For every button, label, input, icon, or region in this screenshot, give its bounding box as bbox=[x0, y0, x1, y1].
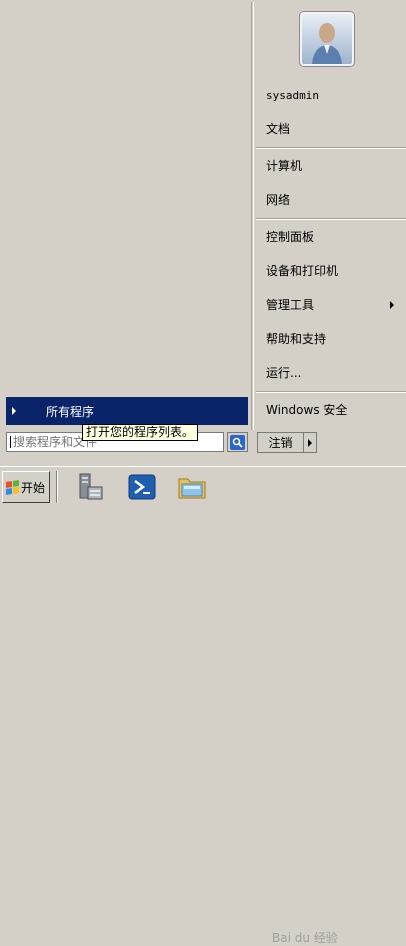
taskbar: 开始 Bai du 经验 bbox=[0, 466, 406, 945]
user-avatar[interactable] bbox=[300, 12, 354, 66]
user-icon bbox=[312, 23, 342, 64]
watermark: Bai du 经验 bbox=[272, 931, 338, 945]
programs-pane bbox=[2, 2, 254, 430]
start-label: 开始 bbox=[21, 480, 46, 495]
start-button[interactable]: 开始 bbox=[2, 471, 50, 503]
menu-item-control-panel[interactable]: 控制面板 bbox=[266, 228, 314, 246]
text-caret bbox=[10, 436, 11, 448]
search-icon bbox=[230, 434, 245, 450]
menu-item-documents[interactable]: 文档 bbox=[266, 120, 290, 138]
menu-item-windows-security[interactable]: Windows 安全 bbox=[266, 401, 347, 419]
menu-item-devices-printers[interactable]: 设备和打印机 bbox=[266, 262, 338, 280]
windows-logo-icon bbox=[6, 479, 19, 495]
start-menu: 所有程序 打开您的程序列表。 sysadmin 文档 计算机 网络 控制面板 设… bbox=[0, 0, 406, 464]
server-manager-icon[interactable] bbox=[74, 471, 106, 503]
menu-item-network[interactable]: 网络 bbox=[266, 191, 290, 209]
triangle-right-icon bbox=[12, 407, 16, 415]
logoff-button[interactable]: 注销 bbox=[257, 432, 304, 453]
menu-item-run[interactable]: 运行... bbox=[266, 364, 301, 382]
menu-item-help-support[interactable]: 帮助和支持 bbox=[266, 330, 326, 348]
tooltip: 打开您的程序列表。 bbox=[82, 424, 199, 441]
divider bbox=[256, 147, 406, 149]
divider bbox=[256, 218, 406, 220]
all-programs-item[interactable]: 所有程序 bbox=[6, 397, 248, 425]
user-name[interactable]: sysadmin bbox=[266, 87, 319, 105]
all-programs-label: 所有程序 bbox=[46, 404, 95, 419]
triangle-right-icon bbox=[308, 438, 312, 447]
taskbar-separator bbox=[56, 471, 58, 503]
menu-item-admin-tools[interactable]: 管理工具 bbox=[266, 296, 402, 314]
powershell-icon[interactable] bbox=[126, 471, 158, 503]
file-explorer-icon[interactable] bbox=[176, 471, 208, 503]
menu-item-computer[interactable]: 计算机 bbox=[266, 157, 302, 175]
programs-list bbox=[2, 2, 252, 430]
divider bbox=[256, 391, 406, 393]
menu-item-label: 管理工具 bbox=[266, 298, 315, 312]
shutdown-options-button[interactable] bbox=[303, 432, 317, 453]
search-button[interactable] bbox=[227, 432, 248, 452]
submenu-arrow-icon bbox=[390, 301, 394, 309]
